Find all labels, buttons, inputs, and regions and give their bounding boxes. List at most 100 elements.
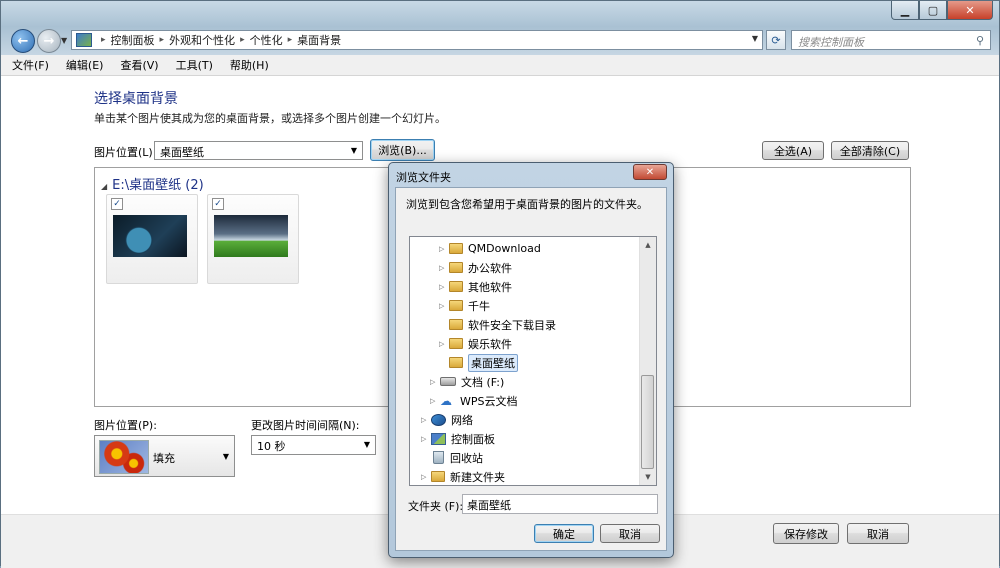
- picture-position-label: 图片位置(P):: [94, 419, 157, 432]
- tree-item-label: 千牛: [468, 299, 490, 313]
- folder-tree[interactable]: ▷ 新建文件夹 回收站 ▷ 控制面板 ▷ 网络 ▷ ☁ WPS云文档 ▷ 文档 (F:) 桌面壁纸 ▷ 娱乐…: [409, 236, 657, 486]
- tree-item[interactable]: ▷ 其他软件: [439, 277, 512, 296]
- minimize-button[interactable]: ▁: [891, 1, 919, 20]
- breadcrumb-desktop-background[interactable]: 桌面背景: [297, 32, 341, 48]
- picture-location-select[interactable]: 桌面壁纸 ▼: [154, 141, 363, 160]
- thumbnail-checkbox[interactable]: ✓: [111, 198, 123, 210]
- control-panel-icon: [431, 432, 446, 445]
- tree-item-label: 新建文件夹: [450, 470, 505, 484]
- page-title: 选择桌面背景: [94, 91, 178, 107]
- recycle-bin-icon: [433, 451, 444, 464]
- search-placeholder: 搜索控制面板: [798, 36, 864, 49]
- tree-item[interactable]: ▷ QMDownload: [439, 239, 541, 258]
- tree-item[interactable]: ▷ ☁ WPS云文档: [430, 391, 518, 410]
- scroll-up-icon[interactable]: ▲: [640, 237, 656, 253]
- chevron-down-icon[interactable]: ▼: [752, 34, 758, 43]
- scroll-down-icon[interactable]: ▼: [640, 469, 656, 485]
- browse-folder-dialog: 浏览文件夹 ✕ 浏览到包含您希望用于桌面背景的图片的文件夹。 ▷ 新建文件夹 回收站…: [388, 162, 674, 558]
- scrollbar-thumb[interactable]: [641, 375, 654, 469]
- drive-icon: [440, 377, 456, 386]
- tree-item-label: 回收站: [450, 451, 483, 465]
- wallpaper-thumbnail[interactable]: ✓: [106, 194, 198, 284]
- dialog-cancel-button[interactable]: 取消: [600, 524, 660, 543]
- chevron-right-icon: ▸: [159, 35, 165, 45]
- close-button[interactable]: ✕: [947, 1, 993, 20]
- tree-item[interactable]: ▷ 文档 (F:): [430, 372, 504, 391]
- expand-arrow-icon[interactable]: ▷: [439, 245, 449, 253]
- picture-location-value: 桌面壁纸: [160, 146, 204, 159]
- menu-tools[interactable]: 工具(T): [165, 57, 219, 73]
- dialog-close-button[interactable]: ✕: [633, 164, 667, 180]
- expand-arrow-icon[interactable]: ▷: [439, 264, 449, 272]
- tree-item-label: WPS云文档: [460, 394, 518, 408]
- breadcrumb-control-panel[interactable]: 控制面板: [111, 32, 155, 48]
- folder-icon: [449, 243, 463, 254]
- picture-position-select[interactable]: 填充 ▼: [94, 435, 235, 477]
- menu-view[interactable]: 查看(V): [109, 57, 164, 73]
- expand-arrow-icon[interactable]: ▷: [421, 416, 431, 424]
- tree-item[interactable]: ▷ 娱乐软件: [439, 334, 512, 353]
- tree-item[interactable]: 软件安全下载目录: [439, 315, 556, 334]
- search-input[interactable]: 搜索控制面板 ⚲: [791, 30, 991, 50]
- title-bar: ▁ ▢ ✕: [1, 1, 999, 27]
- chevron-down-icon: ▼: [61, 36, 68, 45]
- picture-position-value: 填充: [153, 452, 175, 465]
- tree-item[interactable]: ▷ 千牛: [439, 296, 490, 315]
- group-header[interactable]: ◢ E:\桌面壁纸 (2): [101, 174, 204, 193]
- chevron-down-icon: ▼: [350, 146, 357, 155]
- wallpaper-thumbnail[interactable]: ✓: [207, 194, 299, 284]
- search-icon: ⚲: [975, 34, 984, 47]
- ok-button[interactable]: 确定: [534, 524, 594, 543]
- forward-button[interactable]: →: [37, 29, 61, 53]
- save-changes-button[interactable]: 保存修改: [773, 523, 839, 544]
- tree-item-label: QMDownload: [468, 242, 541, 255]
- menu-help[interactable]: 帮助(H): [219, 57, 275, 73]
- menu-file[interactable]: 文件(F): [1, 57, 55, 73]
- chevron-right-icon: ▸: [240, 35, 245, 45]
- folder-input[interactable]: 桌面壁纸: [462, 494, 658, 514]
- back-button[interactable]: ←: [11, 29, 35, 53]
- expand-arrow-icon[interactable]: ▷: [439, 340, 449, 348]
- tree-item-label: 控制面板: [451, 432, 495, 446]
- folder-icon: [449, 338, 463, 349]
- browse-button[interactable]: 浏览(B)...: [370, 139, 435, 161]
- tree-item-label: 软件安全下载目录: [468, 318, 556, 332]
- select-all-button[interactable]: 全选(A): [762, 141, 824, 160]
- folder-icon: [431, 471, 445, 482]
- tree-item[interactable]: ▷ 控制面板: [421, 429, 495, 448]
- maximize-button[interactable]: ▢: [919, 1, 947, 20]
- refresh-button[interactable]: ⟳: [766, 30, 786, 50]
- expand-arrow-icon[interactable]: ▷: [439, 283, 449, 291]
- thumbnail-checkbox[interactable]: ✓: [212, 198, 224, 210]
- breadcrumb-appearance[interactable]: 外观和个性化: [169, 32, 235, 48]
- recent-pages-dropdown[interactable]: ▼: [61, 36, 67, 45]
- interval-select[interactable]: 10 秒 ▼: [251, 435, 376, 455]
- tree-item-label: 桌面壁纸: [468, 353, 518, 372]
- picture-location-label: 图片位置(L):: [94, 146, 157, 159]
- address-bar[interactable]: ▸ 控制面板 ▸ 外观和个性化 ▸ 个性化 ▸ 桌面背景 ▼: [71, 30, 763, 50]
- cancel-button[interactable]: 取消: [847, 523, 909, 544]
- tree-item[interactable]: 回收站: [421, 448, 483, 467]
- dialog-title: 浏览文件夹: [396, 171, 451, 184]
- tree-item[interactable]: ▷ 办公软件: [439, 258, 512, 277]
- dialog-body: 浏览到包含您希望用于桌面背景的图片的文件夹。 ▷ 新建文件夹 回收站 ▷ 控制面板 ▷ 网络…: [395, 187, 667, 551]
- clear-all-button[interactable]: 全部清除(C): [831, 141, 909, 160]
- tree-item[interactable]: 桌面壁纸: [439, 353, 518, 372]
- network-icon: [431, 413, 446, 426]
- tree-item[interactable]: ▷ 新建文件夹: [421, 467, 505, 485]
- expand-arrow-icon[interactable]: ▷: [430, 378, 440, 386]
- chevron-right-icon: ▸: [101, 35, 106, 45]
- chevron-right-icon: ▸: [287, 35, 293, 45]
- menu-edit[interactable]: 编辑(E): [55, 57, 110, 73]
- close-icon: ✕: [645, 166, 655, 178]
- expand-arrow-icon[interactable]: ▷: [421, 435, 431, 443]
- expand-arrow-icon[interactable]: ▷: [439, 302, 449, 310]
- breadcrumb-personalization[interactable]: 个性化: [250, 32, 283, 48]
- expand-arrow-icon[interactable]: ▷: [421, 473, 431, 481]
- tree-scrollbar[interactable]: ▲ ▼: [639, 237, 656, 485]
- tree-item-label: 其他软件: [468, 280, 512, 294]
- arrow-right-icon: →: [43, 33, 55, 49]
- expand-arrow-icon[interactable]: ▷: [430, 397, 440, 405]
- tree-item[interactable]: ▷ 网络: [421, 410, 473, 429]
- folder-icon: [449, 300, 463, 311]
